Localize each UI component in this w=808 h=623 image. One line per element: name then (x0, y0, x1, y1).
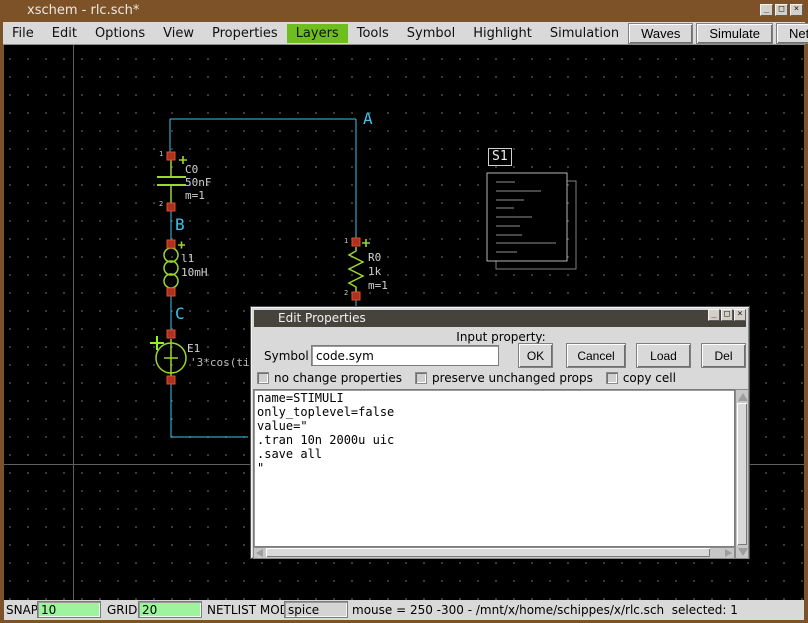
pin-square[interactable] (167, 330, 175, 338)
menu-properties[interactable]: Properties (203, 24, 287, 43)
pin-square[interactable] (167, 152, 175, 160)
load-button[interactable]: Load (636, 343, 691, 368)
input-property-label: Input property: (251, 330, 751, 344)
scroll-down-icon[interactable] (738, 548, 748, 556)
vertical-scrollbar[interactable] (735, 389, 749, 559)
scroll-left-icon[interactable] (256, 549, 263, 557)
capacitor-mult[interactable]: m=1 (185, 189, 205, 202)
dialog-close-icon[interactable]: × (734, 309, 746, 321)
net-label-c[interactable]: C (175, 304, 185, 323)
ok-button[interactable]: OK (518, 343, 553, 368)
snap-input[interactable] (37, 601, 101, 618)
pin-square[interactable] (167, 376, 175, 384)
copy-cell-label: copy cell (623, 371, 676, 385)
grid-input[interactable] (138, 601, 202, 618)
maximize-icon[interactable]: □ (775, 4, 788, 16)
menu-layers[interactable]: Layers (287, 24, 348, 43)
menu-file[interactable]: File (3, 24, 43, 43)
netlist-mode-input[interactable] (284, 601, 348, 618)
menu-view[interactable]: View (154, 24, 203, 43)
mouse-info-text: mouse = 250 -300 - /mnt/x/home/schippes/… (352, 603, 738, 617)
properties-textarea[interactable]: name=STIMULI only_toplevel=false value="… (253, 389, 735, 547)
del-button[interactable]: Del (701, 343, 746, 368)
preserve-unchanged-props-label: preserve unchanged props (432, 371, 593, 385)
resistor-value[interactable]: 1k (368, 265, 381, 278)
checkbox-row: no change properties preserve unchanged … (257, 371, 689, 385)
capacitor-ref[interactable]: C0 (185, 163, 198, 176)
pin-number: 2 (159, 200, 163, 208)
preserve-unchanged-props-checkbox[interactable] (415, 372, 427, 384)
pin-square[interactable] (167, 203, 175, 211)
horizontal-scrollbar-thumb[interactable] (266, 548, 710, 557)
menu-highlight[interactable]: Highlight (464, 24, 541, 43)
pin-number: 2 (344, 289, 348, 297)
menu-simulation[interactable]: Simulation (541, 24, 628, 43)
edit-properties-dialog: Edit Properties _ □ × Input property: Sy… (250, 306, 750, 559)
symbol-label: Symbol (264, 349, 309, 363)
inductor-ref[interactable]: l1 (181, 252, 194, 265)
pin-square[interactable] (352, 292, 360, 300)
window-titlebar[interactable]: xschem - rlc.sch* _ □ × (0, 0, 808, 22)
polarity-plus-icon (150, 336, 164, 350)
capacitor-value[interactable]: 50nF (185, 176, 212, 189)
menu-tools[interactable]: Tools (348, 24, 398, 43)
pin-square[interactable] (167, 240, 175, 248)
resistor-symbol[interactable] (349, 238, 370, 300)
symbol-input[interactable] (311, 345, 499, 366)
pin-number: 1 (159, 150, 163, 158)
source-symbol[interactable] (150, 330, 186, 384)
net-label-b[interactable]: B (175, 215, 185, 234)
menu-options[interactable]: Options (86, 24, 154, 43)
xschem-window: xschem - rlc.sch* _ □ × File Edit Option… (0, 0, 808, 623)
pin-number: 1 (344, 237, 348, 245)
pin-square[interactable] (167, 288, 175, 296)
scroll-up-icon[interactable] (738, 393, 748, 401)
menu-symbol[interactable]: Symbol (398, 24, 464, 43)
wire-source-to-bottom[interactable] (171, 383, 248, 437)
dialog-title: Edit Properties (278, 311, 366, 325)
statusbar: SNAP: GRID: NETLIST MODE: mouse = 250 -3… (4, 600, 804, 620)
dialog-titlebar[interactable]: Edit Properties (254, 310, 746, 327)
schematic-canvas[interactable]: A B C C0 50nF m=1 l1 10mH E1 '3*cos(time… (4, 45, 804, 600)
pin-square[interactable] (352, 238, 360, 246)
horizontal-scrollbar[interactable] (253, 547, 735, 559)
cancel-button[interactable]: Cancel (566, 343, 626, 368)
code-block-ref[interactable]: S1 (488, 148, 512, 166)
resistor-mult[interactable]: m=1 (368, 279, 388, 292)
menu-edit[interactable]: Edit (43, 24, 86, 43)
inductor-value[interactable]: 10mH (181, 266, 208, 279)
net-label-a[interactable]: A (363, 109, 373, 128)
source-ref[interactable]: E1 (187, 342, 200, 355)
plus-marker-icon (178, 242, 185, 249)
close-icon[interactable]: × (790, 4, 803, 16)
minimize-icon[interactable]: _ (760, 4, 773, 16)
dialog-maximize-icon[interactable]: □ (721, 309, 733, 321)
window-title: xschem - rlc.sch* (27, 3, 139, 18)
simulate-button[interactable]: Simulate (696, 23, 773, 44)
window-controls: _ □ × (760, 4, 803, 16)
resistor-ref[interactable]: R0 (368, 251, 381, 264)
vertical-scrollbar-thumb[interactable] (737, 403, 747, 545)
scroll-right-icon[interactable] (725, 549, 732, 557)
no-change-properties-label: no change properties (274, 371, 402, 385)
no-change-properties-checkbox[interactable] (257, 372, 269, 384)
plus-marker-icon (362, 239, 370, 247)
grid-label: GRID: (107, 603, 141, 617)
dialog-controls: _ □ × (708, 309, 746, 321)
netlist-button[interactable]: Netlist (776, 23, 808, 44)
dialog-minimize-icon[interactable]: _ (708, 309, 720, 321)
code-block-icon[interactable] (487, 173, 576, 269)
waves-button[interactable]: Waves (628, 23, 693, 44)
menubar: File Edit Options View Properties Layers… (3, 22, 805, 45)
copy-cell-checkbox[interactable] (606, 372, 618, 384)
